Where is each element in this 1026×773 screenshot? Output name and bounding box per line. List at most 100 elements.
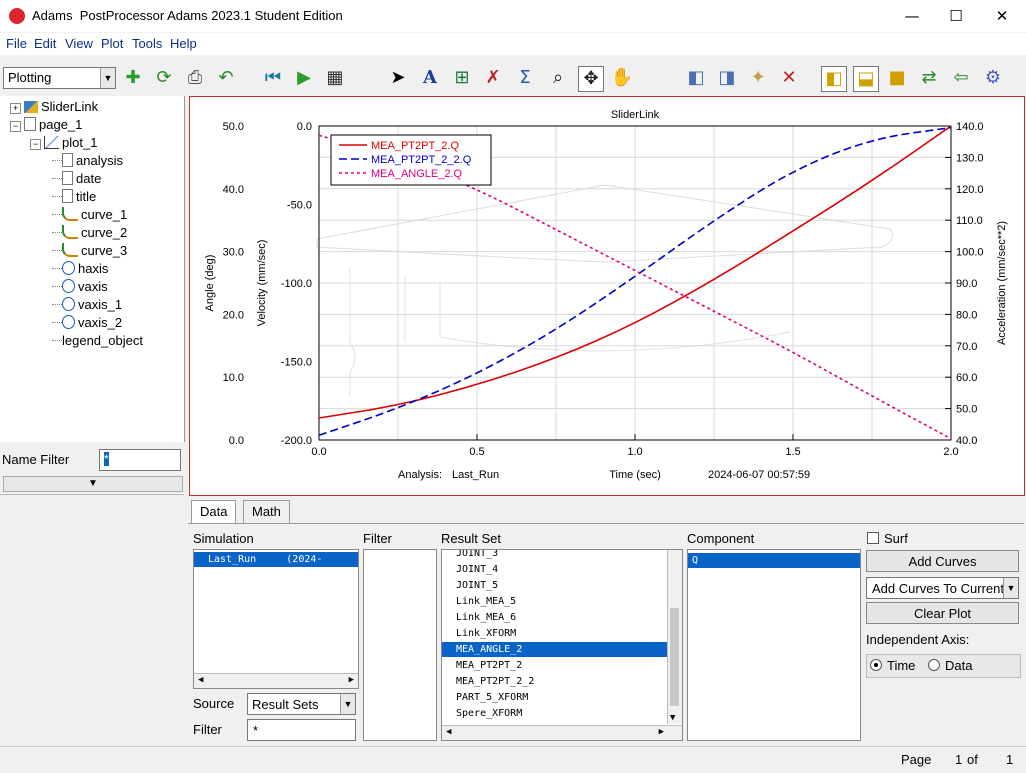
filter-list[interactable] [363, 549, 437, 741]
layout-1-icon[interactable]: ◧ [821, 66, 847, 92]
tree-node-curve-2[interactable]: curve_2 [52, 225, 127, 240]
filter-bottom-label: Filter [193, 722, 222, 737]
tree-node-label: vaxis_2 [78, 315, 123, 330]
add-curves-button[interactable]: Add Curves [866, 550, 1019, 572]
tree-node-title[interactable]: title [52, 189, 96, 204]
play-icon[interactable]: ▶ [292, 66, 316, 90]
zoom-box-icon[interactable]: ⌕ [546, 66, 570, 90]
velocity-tick-label: -50.0 [287, 200, 312, 212]
tree-node-vaxis[interactable]: vaxis [52, 279, 108, 294]
component-item[interactable]: Q [688, 553, 860, 568]
curve-edit-icon[interactable]: ✗ [481, 66, 505, 90]
tab-data[interactable]: Data [191, 500, 237, 524]
result-set-hscrollbar[interactable]: ◀ ▶ [442, 725, 682, 740]
new-page-doc-icon[interactable]: ✦ [746, 66, 770, 90]
delete-page-icon[interactable]: ✕ [777, 66, 801, 90]
menu-tools[interactable]: Tools [132, 36, 162, 51]
model-icon [24, 101, 38, 113]
tree-expander[interactable]: + [10, 103, 21, 114]
tree-node-vaxis-2[interactable]: vaxis_2 [52, 315, 122, 330]
import-icon[interactable]: ⇦ [949, 66, 973, 90]
tree-expander[interactable]: − [10, 121, 21, 132]
tree-expander[interactable]: − [30, 139, 41, 150]
maximize-button[interactable]: ☐ [940, 4, 972, 28]
result-set-item[interactable]: Link_XFORM [442, 626, 667, 641]
result-set-item[interactable]: Spere_XFORM [442, 706, 667, 721]
swap-icon[interactable]: ⇄ [917, 66, 941, 90]
tree-node-label: curve_2 [81, 225, 128, 240]
tree-node-plot-1[interactable]: − plot_1 [30, 135, 97, 150]
page-number: 1 [955, 752, 963, 767]
result-set-item[interactable]: JOINT_5 [442, 578, 667, 593]
plot-area[interactable]: SliderLink 0.0 0.5 1.0 1.5 2.0 Time (sec) Analy… [189, 96, 1025, 496]
clear-plot-button[interactable]: Clear Plot [866, 602, 1019, 624]
simulation-list[interactable]: Last_Run (2024- ◀ ▶ [193, 549, 359, 689]
close-button[interactable]: ✕ [986, 4, 1018, 28]
tree-node-legend-object[interactable]: legend_object [52, 333, 143, 348]
tree-node-analysis[interactable]: analysis [52, 153, 123, 168]
filter-bottom-input[interactable]: * [247, 719, 356, 741]
print-icon[interactable]: ⎙ [183, 66, 207, 90]
curve-icon [62, 243, 78, 257]
scrollbar-thumb[interactable] [670, 608, 679, 706]
source-select[interactable]: Result Sets ▼ [247, 693, 356, 715]
tree-node-date[interactable]: date [52, 171, 101, 186]
menu-edit[interactable]: Edit [34, 36, 56, 51]
result-set-item[interactable]: JOINT_3 [442, 550, 667, 561]
new-page-icon[interactable]: ✚ [121, 66, 145, 90]
result-set-label: Result Set [441, 531, 501, 546]
add-curves-to-select[interactable]: Add Curves To Current ▼ [866, 577, 1019, 599]
next-page-icon[interactable]: ◨ [715, 66, 739, 90]
reload-icon[interactable]: ⟳ [152, 66, 176, 90]
prev-page-icon[interactable]: ◧ [684, 66, 708, 90]
tree-node-page-1[interactable]: − page_1 [10, 117, 82, 132]
simulation-item[interactable]: Last_Run (2024- [194, 552, 358, 567]
page-of-label: of [967, 752, 978, 767]
expand-panel-button[interactable]: ▼ [3, 476, 183, 492]
minimize-button[interactable]: — [896, 4, 928, 28]
surf-checkbox[interactable] [867, 532, 879, 544]
text-tool-icon[interactable]: A [418, 66, 442, 90]
menu-file[interactable]: File [6, 36, 27, 51]
tab-math[interactable]: Math [243, 500, 290, 524]
x-tick-label: 0.0 [311, 446, 326, 458]
menu-help[interactable]: Help [170, 36, 197, 51]
layout-3-icon[interactable]: ■ [885, 66, 909, 90]
result-set-item[interactable]: PART_5_XFORM [442, 690, 667, 705]
menu-view[interactable]: View [65, 36, 93, 51]
result-set-list[interactable]: Spere_XFORM PART_5_XFORM MEA_PT2PT_2_2 MEA_… [441, 549, 683, 741]
tree-node-sliderlink[interactable]: + SliderLink [10, 99, 98, 114]
time-radio[interactable] [870, 659, 882, 671]
pan-hand-icon[interactable]: ✋ [610, 66, 634, 90]
velocity-tick-label: -100.0 [281, 278, 312, 290]
chevron-down-icon: ▼ [1003, 578, 1018, 598]
result-set-item[interactable]: Link_MEA_5 [442, 594, 667, 609]
grid-tool-icon[interactable]: ⊞ [450, 66, 474, 90]
name-filter-input[interactable]: * [99, 449, 181, 471]
undo-icon[interactable]: ↶ [214, 66, 238, 90]
settings-gear-icon[interactable]: ⚙ [981, 66, 1005, 90]
menu-plot[interactable]: Plot [101, 36, 123, 51]
result-set-item[interactable]: MEA_PT2PT_2 [442, 658, 667, 673]
tree-node-curve-1[interactable]: curve_1 [52, 207, 127, 222]
data-radio[interactable] [928, 659, 940, 671]
component-list[interactable]: Q [687, 549, 861, 741]
mode-select[interactable]: Plotting ▼ [3, 67, 116, 89]
result-set-item[interactable]: JOINT_4 [442, 562, 667, 577]
acceleration-tick-label: 140.0 [956, 121, 984, 133]
name-filter-label: Name Filter [2, 452, 70, 467]
tree-node-haxis[interactable]: haxis [52, 261, 108, 276]
result-set-vscrollbar[interactable]: ▼ [667, 550, 682, 724]
result-set-item[interactable]: MEA_ANGLE_2 [442, 642, 667, 657]
fit-icon[interactable]: ✥ [578, 66, 604, 92]
select-arrow-icon[interactable]: ➤ [386, 66, 410, 90]
result-set-item[interactable]: Link_MEA_6 [442, 610, 667, 625]
layout-2-icon[interactable]: ⬓ [853, 66, 879, 92]
rewind-icon[interactable]: ⏮ [261, 66, 285, 90]
sigma-icon[interactable]: Σ [513, 66, 537, 90]
tree-node-vaxis-1[interactable]: vaxis_1 [52, 297, 122, 312]
simulation-hscrollbar[interactable]: ◀ ▶ [194, 673, 358, 688]
tree-node-curve-3[interactable]: curve_3 [52, 243, 127, 258]
result-set-item[interactable]: MEA_PT2PT_2_2 [442, 674, 667, 689]
animation-icon[interactable]: ▦ [323, 66, 347, 90]
